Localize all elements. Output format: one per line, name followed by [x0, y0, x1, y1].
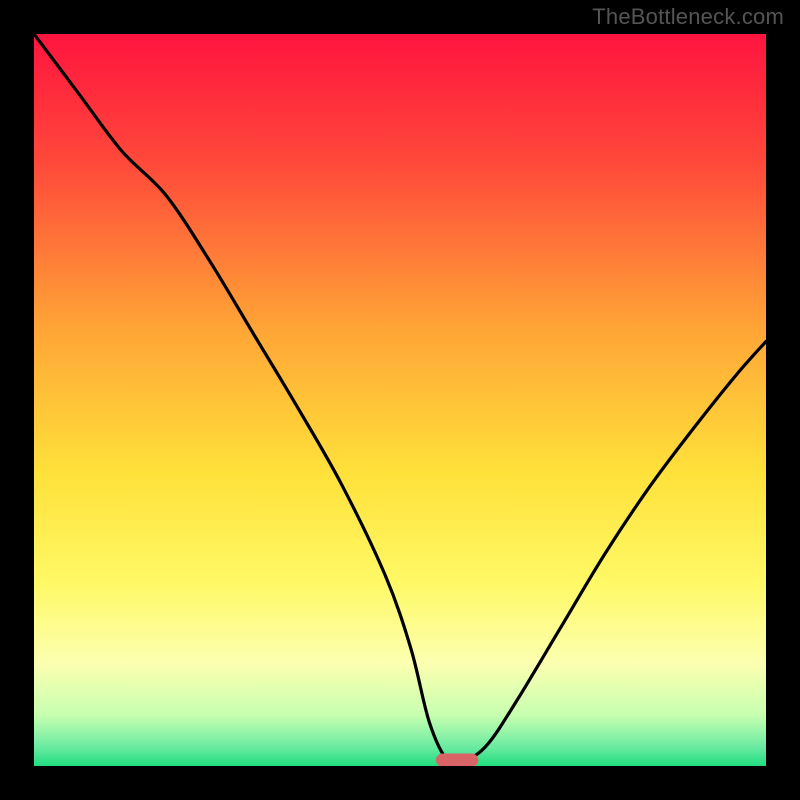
plot-background [34, 34, 766, 766]
chart-frame: TheBottleneck.com [0, 0, 800, 800]
watermark-label: TheBottleneck.com [592, 4, 784, 30]
bottleneck-chart [34, 34, 766, 766]
optimal-pill [436, 754, 478, 766]
